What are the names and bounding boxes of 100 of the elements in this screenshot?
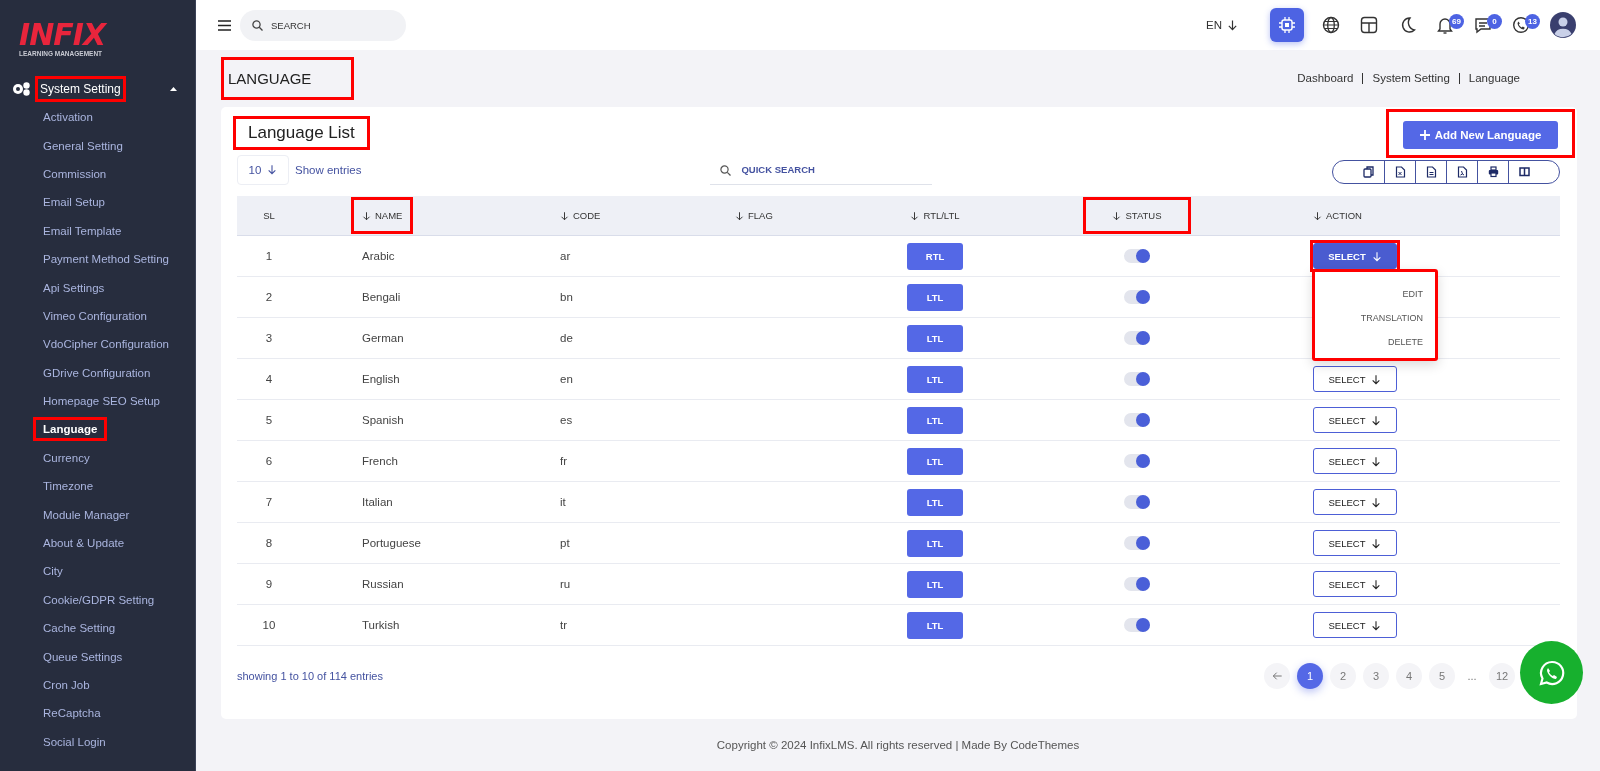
language-dropdown[interactable]: EN [1206,19,1238,31]
sidebar-item[interactable]: Cron Job [43,679,90,691]
sidebar-item[interactable]: Queue Settings [43,650,123,663]
select-dropdown-button[interactable]: SELECT [1313,489,1397,516]
plus-icon [1419,129,1430,140]
page-title: LANGUAGE [227,69,313,89]
sidebar-item[interactable]: Cache Setting [43,622,116,635]
column-header[interactable]: CODE [560,210,601,222]
sidebar-item[interactable]: Cookie/GDPR Setting [43,593,155,606]
sort-arrow-icon [362,210,371,221]
status-toggle[interactable] [1124,290,1150,305]
table-cell-text: fr [559,454,569,470]
arrow-down-icon [1371,619,1382,631]
direction-button[interactable]: LTL [907,570,963,598]
sidebar-item[interactable]: Payment Method Setting [43,253,169,266]
breadcrumb-link[interactable]: System Setting [1362,73,1459,84]
status-toggle[interactable] [1124,372,1150,387]
sidebar-item[interactable]: GDrive Configuration [43,366,151,379]
direction-button[interactable]: LTL [907,447,963,475]
status-toggle[interactable] [1124,249,1150,264]
sidebar-item[interactable]: Vimeo Configuration [43,309,147,322]
status-toggle[interactable] [1124,618,1150,633]
sidebar-item[interactable]: ReCaptcha [43,707,101,720]
select-dropdown-button[interactable]: SELECT [1313,448,1397,475]
sidebar-item[interactable]: City [43,565,63,578]
select-dropdown-button[interactable]: SELECT [1313,366,1397,393]
status-toggle[interactable] [1124,331,1150,346]
direction-button[interactable]: LTL [907,406,963,434]
avatar[interactable] [1550,12,1576,38]
page-button[interactable]: 4 [1396,662,1422,689]
menu-item[interactable]: TRANSLATION [1360,306,1423,331]
sidebar-item[interactable]: Currency [43,451,90,464]
status-toggle[interactable] [1124,413,1150,428]
direction-button[interactable]: RTL [907,242,963,270]
page-button[interactable]: 1 [1297,662,1323,689]
column-header: SL [263,210,275,222]
column-header[interactable]: FLAG [735,210,773,222]
sidebar-item[interactable]: Email Setup [43,196,105,209]
sort-arrow-icon [1313,210,1322,221]
direction-button[interactable]: LTL [907,488,963,516]
sidebar-item[interactable]: Language [43,423,98,436]
sidebar-item[interactable]: Social Login [43,735,106,748]
status-toggle[interactable] [1124,495,1150,510]
page-button[interactable]: 3 [1363,662,1389,689]
table-cell-text: Italian [361,495,394,511]
arrow-left-icon [1271,670,1283,681]
count-badge: 13 [1525,14,1540,29]
column-header[interactable]: NAME [362,210,403,222]
sidebar-item[interactable]: Api Settings [43,281,105,294]
sidebar-item[interactable]: Activation [43,111,93,124]
sidebar-item[interactable]: Module Manager [43,508,130,521]
columns-icon [1518,165,1530,178]
sidebar-item[interactable]: Homepage SEO Setup [43,395,160,408]
menu-button[interactable] [218,19,231,31]
sidebar-item[interactable]: About & Update [43,537,125,550]
status-toggle[interactable] [1124,454,1150,469]
table-cell-text: 3 [264,331,274,347]
status-toggle[interactable] [1124,577,1150,592]
arrow-down-icon [1371,455,1382,467]
table-cell-text: 7 [264,495,274,511]
column-header[interactable]: RTL/LTL [910,210,960,222]
status-toggle[interactable] [1124,536,1150,551]
table-cell-text: 6 [264,454,274,470]
select-dropdown-button[interactable]: SELECT [1313,407,1397,434]
select-dropdown-button[interactable]: SELECT [1313,612,1397,639]
page-size-dropdown[interactable]: 10 [237,154,289,185]
breadcrumb-link[interactable]: Language [1458,73,1520,84]
chat-icon [1474,16,1492,34]
page-button[interactable]: 5 [1429,662,1455,689]
direction-button[interactable]: LTL [907,611,963,639]
search-field[interactable]: SEARCH [240,9,406,41]
direction-button[interactable]: LTL [907,365,963,393]
direction-button[interactable]: LTL [907,529,963,557]
menu-item[interactable]: EDIT [1402,282,1423,307]
direction-button[interactable]: LTL [907,324,963,352]
page-button[interactable]: 12 [1489,662,1515,689]
column-header[interactable]: ACTION [1313,210,1362,222]
sidebar-item[interactable]: General Setting [43,139,123,152]
select-dropdown-button[interactable]: SELECT [1313,530,1397,557]
add-language-button[interactable]: Add New Language [1403,120,1558,149]
table-cell-text: 8 [264,536,274,552]
ai-button[interactable] [1270,8,1304,42]
sidebar-item[interactable]: Email Template [43,224,122,237]
select-dropdown-button[interactable]: SELECT [1313,571,1397,598]
sidebar-item[interactable]: Timezone [43,480,94,493]
menu-item[interactable]: DELETE [1388,330,1423,355]
sidebar-item[interactable]: VdoCipher Configuration [43,338,169,351]
table-cell-text: en [559,372,574,388]
entries-info: showing 1 to 10 of 114 entries [237,669,383,682]
direction-button[interactable]: LTL [907,283,963,311]
column-header[interactable]: STATUS [1112,210,1162,222]
show-entries-label: Show entries [295,163,362,176]
copy-icon [1363,165,1374,178]
select-dropdown-button[interactable]: SELECT [1313,243,1397,270]
page-button[interactable]: 2 [1330,662,1356,689]
phone-icon [1512,16,1530,34]
sidebar-section[interactable]: System Setting [38,79,123,99]
breadcrumb-link[interactable]: Dashboard [1288,73,1363,84]
sidebar-item[interactable]: Commission [43,167,107,180]
table-cell-text: 9 [264,577,274,593]
